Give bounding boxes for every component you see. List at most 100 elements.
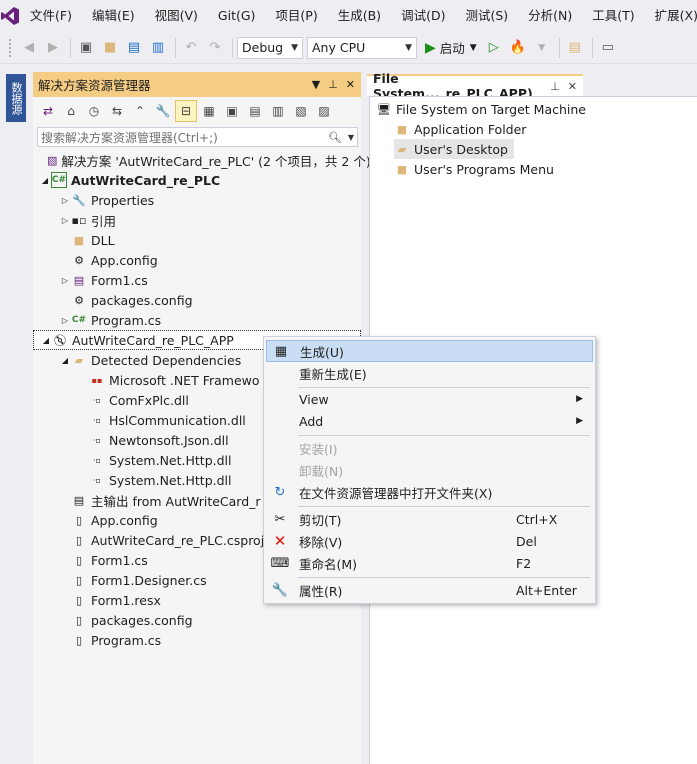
chevron-down-icon: ▼ xyxy=(291,42,298,53)
solution-search-input[interactable]: 搜索解决方案资源管理器(Ctrl+;) 🔍︎ ▼ xyxy=(37,127,358,147)
pin-icon[interactable]: ⊥ xyxy=(328,78,338,91)
menu-project[interactable]: 项目(P) xyxy=(265,0,327,32)
search-icon[interactable]: 🔍︎ xyxy=(325,131,345,144)
menu-test[interactable]: 测试(S) xyxy=(455,0,518,32)
menu-item-rebuild[interactable]: 重新生成(E) xyxy=(266,362,593,384)
window-layout-icon[interactable]: ▭ xyxy=(597,37,619,59)
menu-git[interactable]: Git(G) xyxy=(208,0,266,32)
menu-item-view[interactable]: View ▶ xyxy=(266,388,593,410)
collapsed-arrow-icon[interactable]: ▷ xyxy=(59,276,71,285)
solution-folder-icon[interactable]: ▤ xyxy=(564,37,586,59)
fs-application-folder[interactable]: ■ Application Folder xyxy=(394,119,527,139)
toolbar-separator xyxy=(175,37,176,58)
red-x-icon: ✕ xyxy=(273,532,287,550)
tree-item-properties[interactable]: ▷ 🔧 Properties xyxy=(33,190,361,210)
user-interface-editor-icon[interactable]: ▥ xyxy=(267,100,289,122)
save-all-icon[interactable]: ▥ xyxy=(147,37,169,59)
menu-view[interactable]: 视图(V) xyxy=(145,0,208,32)
folder-icon: ■ xyxy=(73,233,85,247)
fs-users-programs-menu[interactable]: ■ User's Programs Menu xyxy=(394,159,554,179)
chevron-down-icon[interactable]: ▼ xyxy=(531,37,553,59)
menu-item-rename[interactable]: ⌨ 重命名(M) F2 xyxy=(266,552,593,574)
menu-extensions[interactable]: 扩展(X) xyxy=(645,0,697,32)
new-project-icon[interactable]: ▣ xyxy=(75,37,97,59)
file-types-editor-icon[interactable]: ▤ xyxy=(244,100,266,122)
menu-build[interactable]: 生成(B) xyxy=(328,0,391,32)
close-icon[interactable]: ✕ xyxy=(568,80,577,93)
launch-conditions-icon[interactable]: ▨ xyxy=(313,100,335,122)
collapse-all-icon[interactable]: ⌃ xyxy=(129,100,151,122)
chevron-down-icon[interactable]: ▼ xyxy=(345,133,357,142)
collapsed-arrow-icon[interactable]: ▷ xyxy=(59,316,71,325)
tree-item-packages-config[interactable]: ⚙ packages.config xyxy=(33,290,361,310)
tree-item-references[interactable]: ▷ ▪▫ 引用 xyxy=(33,210,361,230)
tree-item-file[interactable]: ▯ packages.config xyxy=(33,610,361,630)
save-icon[interactable]: ▤ xyxy=(123,37,145,59)
toolbar-separator xyxy=(232,37,233,58)
solution-platform-select[interactable]: Any CPU ▼ xyxy=(307,36,417,59)
menu-item-build[interactable]: ▦ 生成(U) xyxy=(266,340,593,362)
hot-reload-icon[interactable]: 🔥 xyxy=(507,37,529,59)
preview-icon[interactable]: ⊟ xyxy=(175,100,197,122)
tree-item-dll-folder[interactable]: ■ DLL xyxy=(33,230,361,250)
data-sources-tab[interactable]: 数据源 xyxy=(6,74,26,122)
file-system-editor-icon[interactable]: ▦ xyxy=(198,100,220,122)
menu-item-add[interactable]: Add ▶ xyxy=(266,410,593,432)
collapsed-arrow-icon[interactable]: ▷ xyxy=(59,196,71,205)
toolbar-grip[interactable] xyxy=(8,37,12,58)
undo-icon[interactable]: ↶ xyxy=(180,37,202,59)
menu-tools[interactable]: 工具(T) xyxy=(582,0,644,32)
references-icon: ▪▫ xyxy=(71,213,87,227)
file-icon: ▯ xyxy=(75,513,83,527)
home-icon[interactable]: ⌂ xyxy=(60,100,82,122)
solution-explorer-header: 解决方案资源管理器 ▼ ⊥ ✕ xyxy=(33,72,361,97)
menu-item-open-in-explorer[interactable]: ↻ 在文件资源管理器中打开文件夹(X) xyxy=(266,481,593,503)
visual-studio-logo-icon[interactable] xyxy=(0,0,20,32)
tree-item-app-config[interactable]: ⚙ App.config xyxy=(33,250,361,270)
solution-config-value: Debug xyxy=(242,40,284,55)
menu-item-cut[interactable]: ✂ 剪切(T) Ctrl+X xyxy=(266,508,593,530)
start-debugging-button[interactable]: ▶ 启动 ▼ xyxy=(425,38,477,57)
tree-solution-node[interactable]: ▧ 解决方案 'AutWriteCard_re_PLC' (2 个项目，共 2 … xyxy=(33,150,371,170)
redo-icon[interactable]: ↷ xyxy=(204,37,226,59)
tree-item-file[interactable]: ▯ Program.cs xyxy=(33,630,361,650)
menu-item-properties[interactable]: 🔧 属性(R) Alt+Enter xyxy=(266,579,593,601)
open-folder-icon[interactable]: ■ xyxy=(99,37,121,59)
panel-dropdown-icon[interactable]: ▼ xyxy=(312,78,320,91)
tree-project-node[interactable]: ◢ C# AutWriteCard_re_PLC xyxy=(33,170,361,190)
menu-file[interactable]: 文件(F) xyxy=(20,0,82,32)
expanded-arrow-icon[interactable]: ◢ xyxy=(39,176,51,185)
navigate-forward-icon[interactable]: ▶ xyxy=(42,37,64,59)
properties-wrench-icon[interactable]: 🔧 xyxy=(152,100,174,122)
file-icon: ▯ xyxy=(75,573,83,587)
fs-root-node[interactable]: 🖥︎ File System on Target Machine xyxy=(376,99,586,119)
history-icon[interactable]: ◷ xyxy=(83,100,105,122)
menu-edit[interactable]: 编辑(E) xyxy=(82,0,145,32)
expanded-arrow-icon[interactable]: ◢ xyxy=(40,336,52,345)
tree-item-program[interactable]: ▷ C# Program.cs xyxy=(33,310,361,330)
solution-explorer-title: 解决方案资源管理器 xyxy=(38,78,151,93)
chevron-down-icon: ▼ xyxy=(469,42,477,53)
collapsed-arrow-icon[interactable]: ▷ xyxy=(59,216,71,225)
pin-icon[interactable]: ⊥ xyxy=(550,80,560,93)
expanded-arrow-icon[interactable]: ◢ xyxy=(59,356,71,365)
menu-item-uninstall[interactable]: 卸载(N) xyxy=(266,459,593,481)
start-without-debugging-icon[interactable]: ▷ xyxy=(483,37,505,59)
navigate-back-icon[interactable]: ◀ xyxy=(18,37,40,59)
switch-views-icon[interactable]: ⇄ xyxy=(37,100,59,122)
tree-item-form1[interactable]: ▷ ▤ Form1.cs xyxy=(33,270,361,290)
registry-editor-icon[interactable]: ▣ xyxy=(221,100,243,122)
menu-analyze[interactable]: 分析(N) xyxy=(518,0,582,32)
sync-icon[interactable]: ⇆ xyxy=(106,100,128,122)
menu-item-remove[interactable]: ✕ 移除(V) Del xyxy=(266,530,593,552)
config-icon: ⚙ xyxy=(74,253,84,267)
menu-debug[interactable]: 调试(D) xyxy=(391,0,455,32)
fs-users-desktop[interactable]: ▰ User's Desktop xyxy=(394,139,514,159)
solution-config-select[interactable]: Debug ▼ xyxy=(237,36,303,59)
toolbar-separator xyxy=(70,37,71,58)
menu-item-install[interactable]: 安装(I) xyxy=(266,437,593,459)
custom-actions-icon[interactable]: ▧ xyxy=(290,100,312,122)
file-system-tab[interactable]: File System..._re_PLC_APP) ⊥ ✕ xyxy=(367,71,583,101)
file-icon: ▯ xyxy=(75,533,83,547)
close-icon[interactable]: ✕ xyxy=(346,78,355,91)
